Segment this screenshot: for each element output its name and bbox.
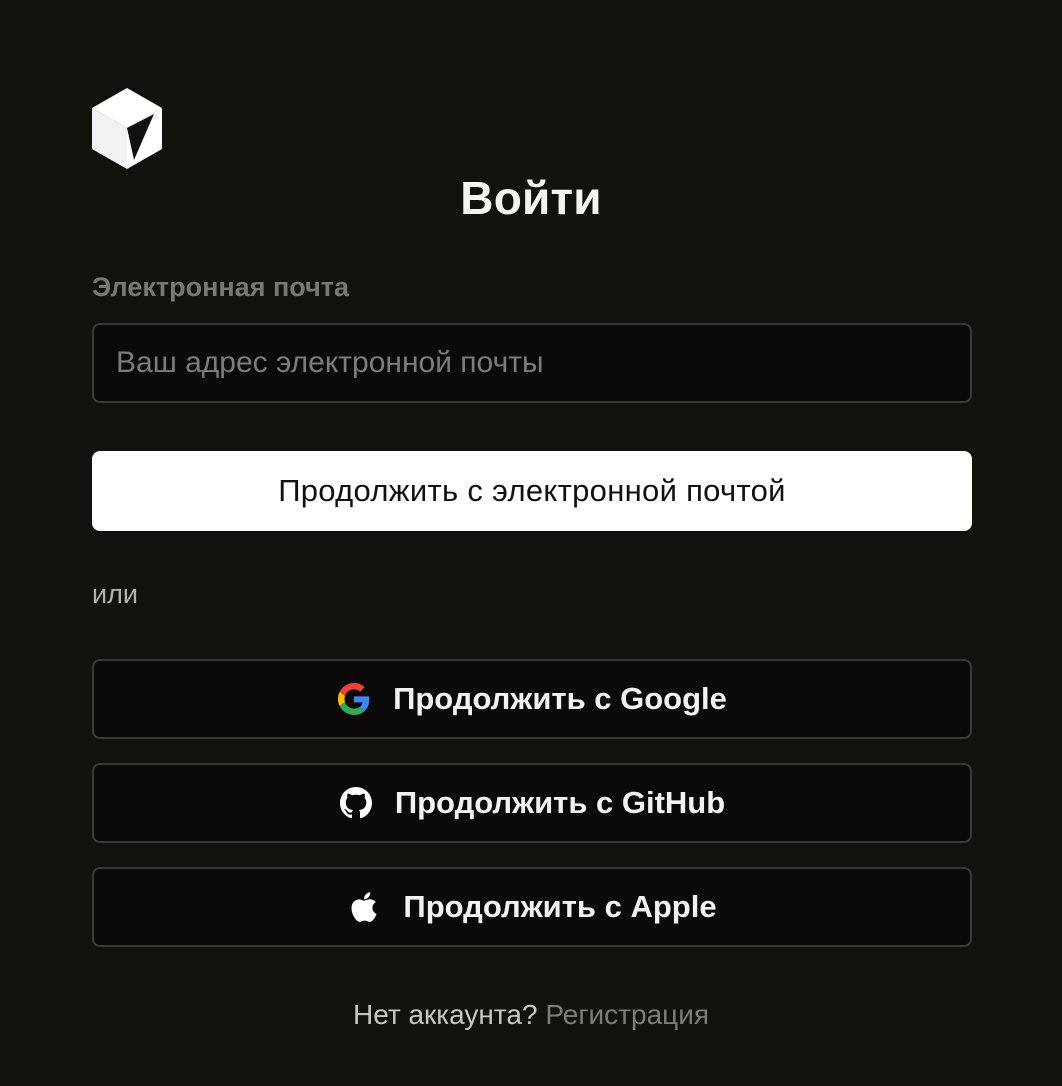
google-icon — [337, 682, 371, 716]
page-title: Войти — [460, 172, 602, 224]
brand-logo-icon — [92, 88, 162, 170]
signup-prompt: Нет аккаунта? Регистрация — [0, 997, 1062, 1033]
signup-link[interactable]: Регистрация — [545, 999, 709, 1030]
apple-icon — [347, 890, 381, 924]
no-account-text: Нет аккаунта? — [353, 999, 538, 1030]
continue-with-email-button[interactable]: Продолжить с электронной почтой — [92, 451, 972, 531]
continue-with-apple-label: Продолжить с Apple — [403, 889, 717, 924]
email-label: Электронная почта — [92, 272, 350, 302]
or-divider: или — [92, 579, 138, 609]
login-page: Войти Электронная почта Продолжить с эле… — [0, 0, 1062, 1086]
continue-with-google-label: Продолжить с Google — [393, 681, 727, 716]
continue-with-apple-button[interactable]: Продолжить с Apple — [92, 867, 972, 947]
continue-with-email-label: Продолжить с электронной почтой — [278, 473, 786, 508]
github-icon — [339, 786, 373, 820]
email-field[interactable] — [92, 323, 972, 403]
continue-with-google-button[interactable]: Продолжить с Google — [92, 659, 972, 739]
continue-with-github-button[interactable]: Продолжить с GitHub — [92, 763, 972, 843]
continue-with-github-label: Продолжить с GitHub — [394, 785, 726, 820]
